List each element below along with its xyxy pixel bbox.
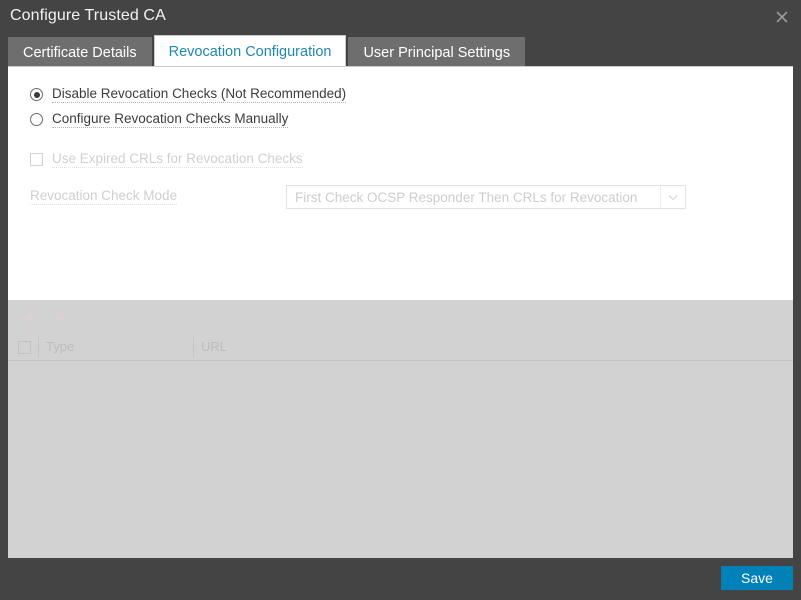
configure-trusted-ca-dialog: Configure Trusted CA Certificate Details… (0, 0, 801, 600)
checkbox-label-use-expired-crls: Use Expired CRLs for Revocation Checks (52, 151, 303, 168)
revocation-configuration-panel: Disable Revocation Checks (Not Recommend… (8, 66, 793, 300)
checkbox-use-expired-crls (30, 153, 43, 166)
column-header-url: URL (201, 339, 227, 354)
plus-icon (18, 306, 42, 330)
dialog-titlebar: Configure Trusted CA (0, 0, 801, 33)
chevron-down-icon (660, 186, 685, 208)
close-icon[interactable] (769, 4, 795, 30)
revocation-check-mode-label: Revocation Check Mode (30, 188, 177, 205)
revocation-check-mode-row: Revocation Check Mode First Check OCSP R… (30, 185, 770, 209)
minus-icon (48, 306, 72, 330)
table-body (8, 361, 793, 558)
radio-row-configure-revocation-checks-manually[interactable]: Configure Revocation Checks Manually (30, 111, 288, 128)
revocation-check-mode-select: First Check OCSP Responder Then CRLs for… (286, 185, 686, 209)
checkbox-row-use-expired-crls: Use Expired CRLs for Revocation Checks (30, 151, 303, 168)
tab-user-principal-settings[interactable]: User Principal Settings (348, 37, 525, 68)
column-divider (193, 337, 194, 358)
radio-label-disable-revocation-checks: Disable Revocation Checks (Not Recommend… (52, 86, 346, 103)
tab-certificate-details[interactable]: Certificate Details (8, 37, 152, 68)
dialog-footer: Save (0, 558, 801, 600)
column-divider (38, 337, 39, 358)
radio-configure-revocation-checks-manually[interactable] (30, 113, 43, 126)
radio-row-disable-revocation-checks[interactable]: Disable Revocation Checks (Not Recommend… (30, 86, 346, 103)
select-all-checkbox[interactable] (18, 341, 31, 354)
table-toolbar (8, 300, 793, 335)
save-button[interactable]: Save (721, 566, 793, 590)
crl-ocsp-table-panel: Type URL (8, 300, 793, 558)
tab-revocation-configuration[interactable]: Revocation Configuration (154, 35, 347, 68)
revocation-check-mode-value: First Check OCSP Responder Then CRLs for… (295, 190, 637, 205)
radio-label-configure-revocation-checks-manually: Configure Revocation Checks Manually (52, 111, 288, 128)
column-header-type: Type (46, 339, 74, 354)
table-header-row: Type URL (8, 335, 793, 361)
tab-strip: Certificate Details Revocation Configura… (0, 33, 801, 68)
dialog-title: Configure Trusted CA (10, 7, 166, 25)
radio-disable-revocation-checks[interactable] (30, 88, 43, 101)
